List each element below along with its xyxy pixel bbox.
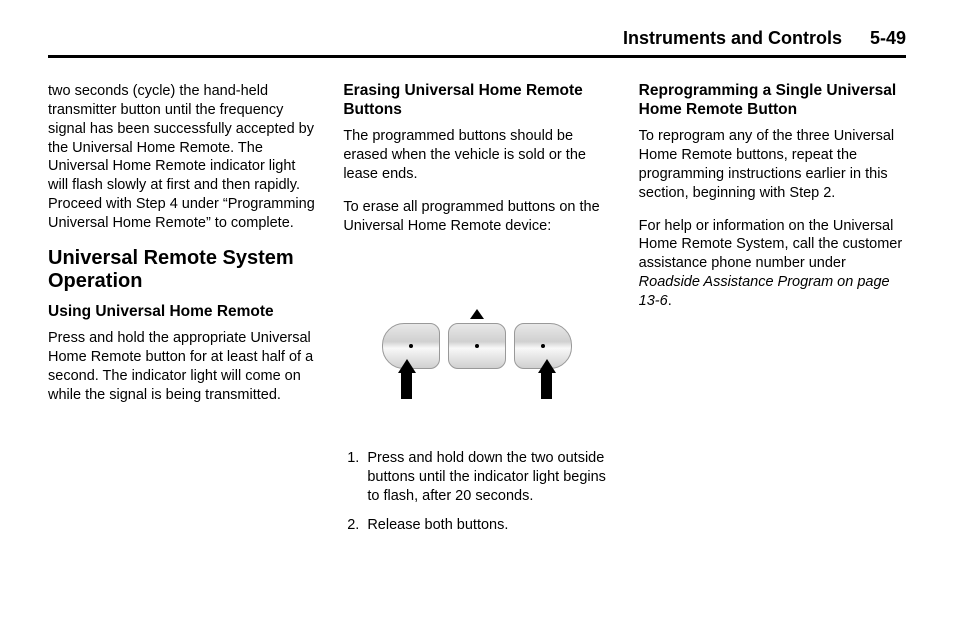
indicator-triangle-icon xyxy=(470,309,484,319)
header-rule xyxy=(48,55,906,58)
erase-step-1: Press and hold down the two outside butt… xyxy=(363,449,610,506)
col1-paragraph-1: Press and hold the appropriate Universal… xyxy=(48,329,315,404)
column-1: two seconds (cycle) the hand-held transm… xyxy=(48,82,315,545)
col2-paragraph-1: The programmed buttons should be erased … xyxy=(343,127,610,184)
column-2: Erasing Universal Home Remote Buttons Th… xyxy=(343,82,610,545)
section-title-universal-remote-operation: Universal Remote System Operation xyxy=(48,247,315,293)
remote-buttons-figure xyxy=(343,249,610,429)
para2-suffix: . xyxy=(668,293,672,309)
roadside-assistance-reference: Roadside Assistance Program on page 13-6 xyxy=(639,274,890,309)
header-page-number: 5-49 xyxy=(870,28,906,49)
button-dot-icon xyxy=(409,344,413,348)
page-header-block: Instruments and Controls 5-49 xyxy=(48,28,906,58)
erase-step-2: Release both buttons. xyxy=(363,516,610,535)
remote-buttons-row xyxy=(382,323,572,369)
button-dot-icon xyxy=(541,344,545,348)
erase-steps-list: Press and hold down the two outside butt… xyxy=(343,449,610,534)
col3-paragraph-2: For help or information on the Universal… xyxy=(639,217,906,311)
press-arrow-left-icon xyxy=(398,359,416,399)
col2-paragraph-2: To erase all programmed buttons on the U… xyxy=(343,198,610,236)
subheading-erasing-buttons: Erasing Universal Home Remote Buttons xyxy=(343,82,610,119)
column-3: Reprogramming a Single Universal Home Re… xyxy=(639,82,906,545)
continued-paragraph: two seconds (cycle) the hand-held transm… xyxy=(48,82,315,233)
remote-button-middle xyxy=(448,323,506,369)
para2-prefix: For help or information on the Universal… xyxy=(639,218,903,272)
page-header: Instruments and Controls 5-49 xyxy=(48,28,906,55)
header-title: Instruments and Controls xyxy=(623,28,842,49)
content-columns: two seconds (cycle) the hand-held transm… xyxy=(48,82,906,545)
col3-paragraph-1: To reprogram any of the three Universal … xyxy=(639,127,906,202)
subheading-using-universal-home-remote: Using Universal Home Remote xyxy=(48,303,315,322)
button-dot-icon xyxy=(475,344,479,348)
subheading-reprogramming-single: Reprogramming a Single Universal Home Re… xyxy=(639,82,906,119)
press-arrow-right-icon xyxy=(538,359,556,399)
